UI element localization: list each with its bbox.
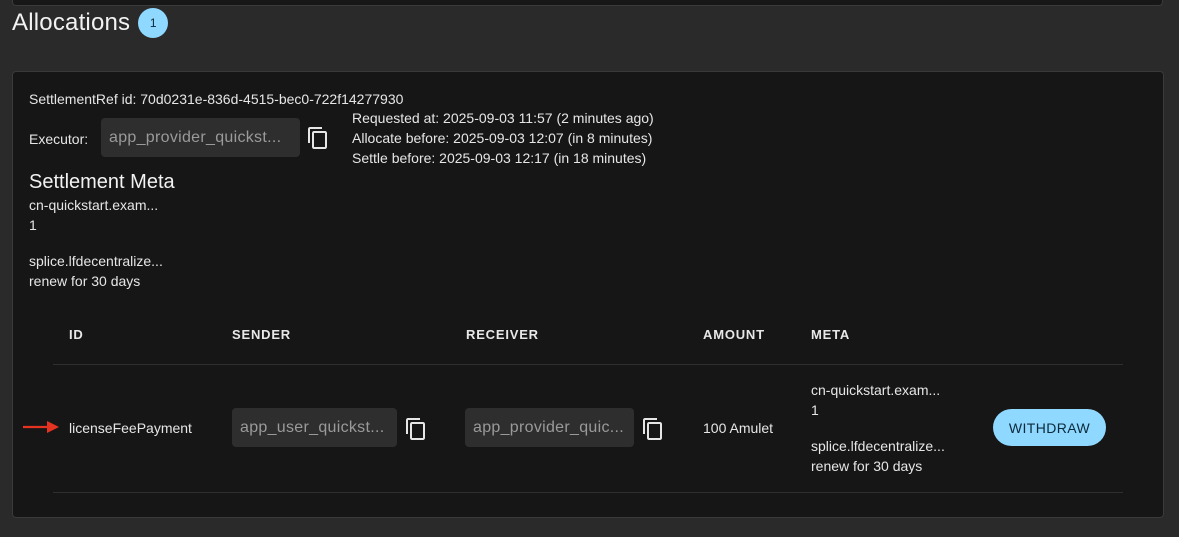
receiver-field[interactable]: app_provider_quic... [465,408,634,447]
top-panel-edge [12,0,1163,6]
page-title: Allocations [12,9,131,36]
settlement-ref-id: SettlementRef id: 70d0231e-836d-4515-bec… [29,91,404,107]
copy-executor-button[interactable] [306,126,330,150]
requested-at: Requested at: 2025-09-03 11:57 (2 minute… [352,110,654,126]
table-header-divider [53,364,1123,365]
copy-icon [406,418,425,440]
copy-icon [643,418,662,440]
allocation-card: SettlementRef id: 70d0231e-836d-4515-bec… [12,71,1164,518]
settle-before: Settle before: 2025-09-03 12:17 (in 18 m… [352,150,647,166]
column-header-meta: META [811,327,851,342]
arrow-right-icon [23,421,59,433]
meta-value-2: renew for 30 days [29,273,141,289]
meta-key-1: cn-quickstart.exam... [29,197,159,213]
table-bottom-divider [53,492,1123,493]
allocation-id: licenseFeePayment [69,420,192,436]
allocations-header: Allocations 1 [12,6,169,40]
executor-field[interactable]: app_provider_quickst... [101,118,300,157]
copy-sender-button[interactable] [404,417,428,441]
column-header-amount: AMOUNT [703,327,765,342]
row-meta-key-1: cn-quickstart.exam... [811,382,941,398]
meta-key-2: splice.lfdecentralize... [29,253,163,269]
amount-value: 100 Amulet [703,420,774,436]
column-header-sender: SENDER [232,327,291,342]
meta-value-1: 1 [29,217,37,233]
column-header-id: ID [69,327,84,342]
row-meta-key-2: splice.lfdecentralize... [811,438,945,454]
withdraw-button[interactable]: WITHDRAW [993,409,1106,446]
allocate-before: Allocate before: 2025-09-03 12:07 (in 8 … [352,130,653,146]
column-header-receiver: RECEIVER [466,327,539,342]
row-meta-value-1: 1 [811,402,819,418]
row-meta-value-2: renew for 30 days [811,458,923,474]
count-badge: 1 [138,8,169,38]
copy-icon [308,127,327,149]
settlement-meta-title: Settlement Meta [29,171,175,193]
sender-field[interactable]: app_user_quickst... [232,408,397,447]
copy-receiver-button[interactable] [641,417,665,441]
executor-label: Executor: [29,131,89,147]
